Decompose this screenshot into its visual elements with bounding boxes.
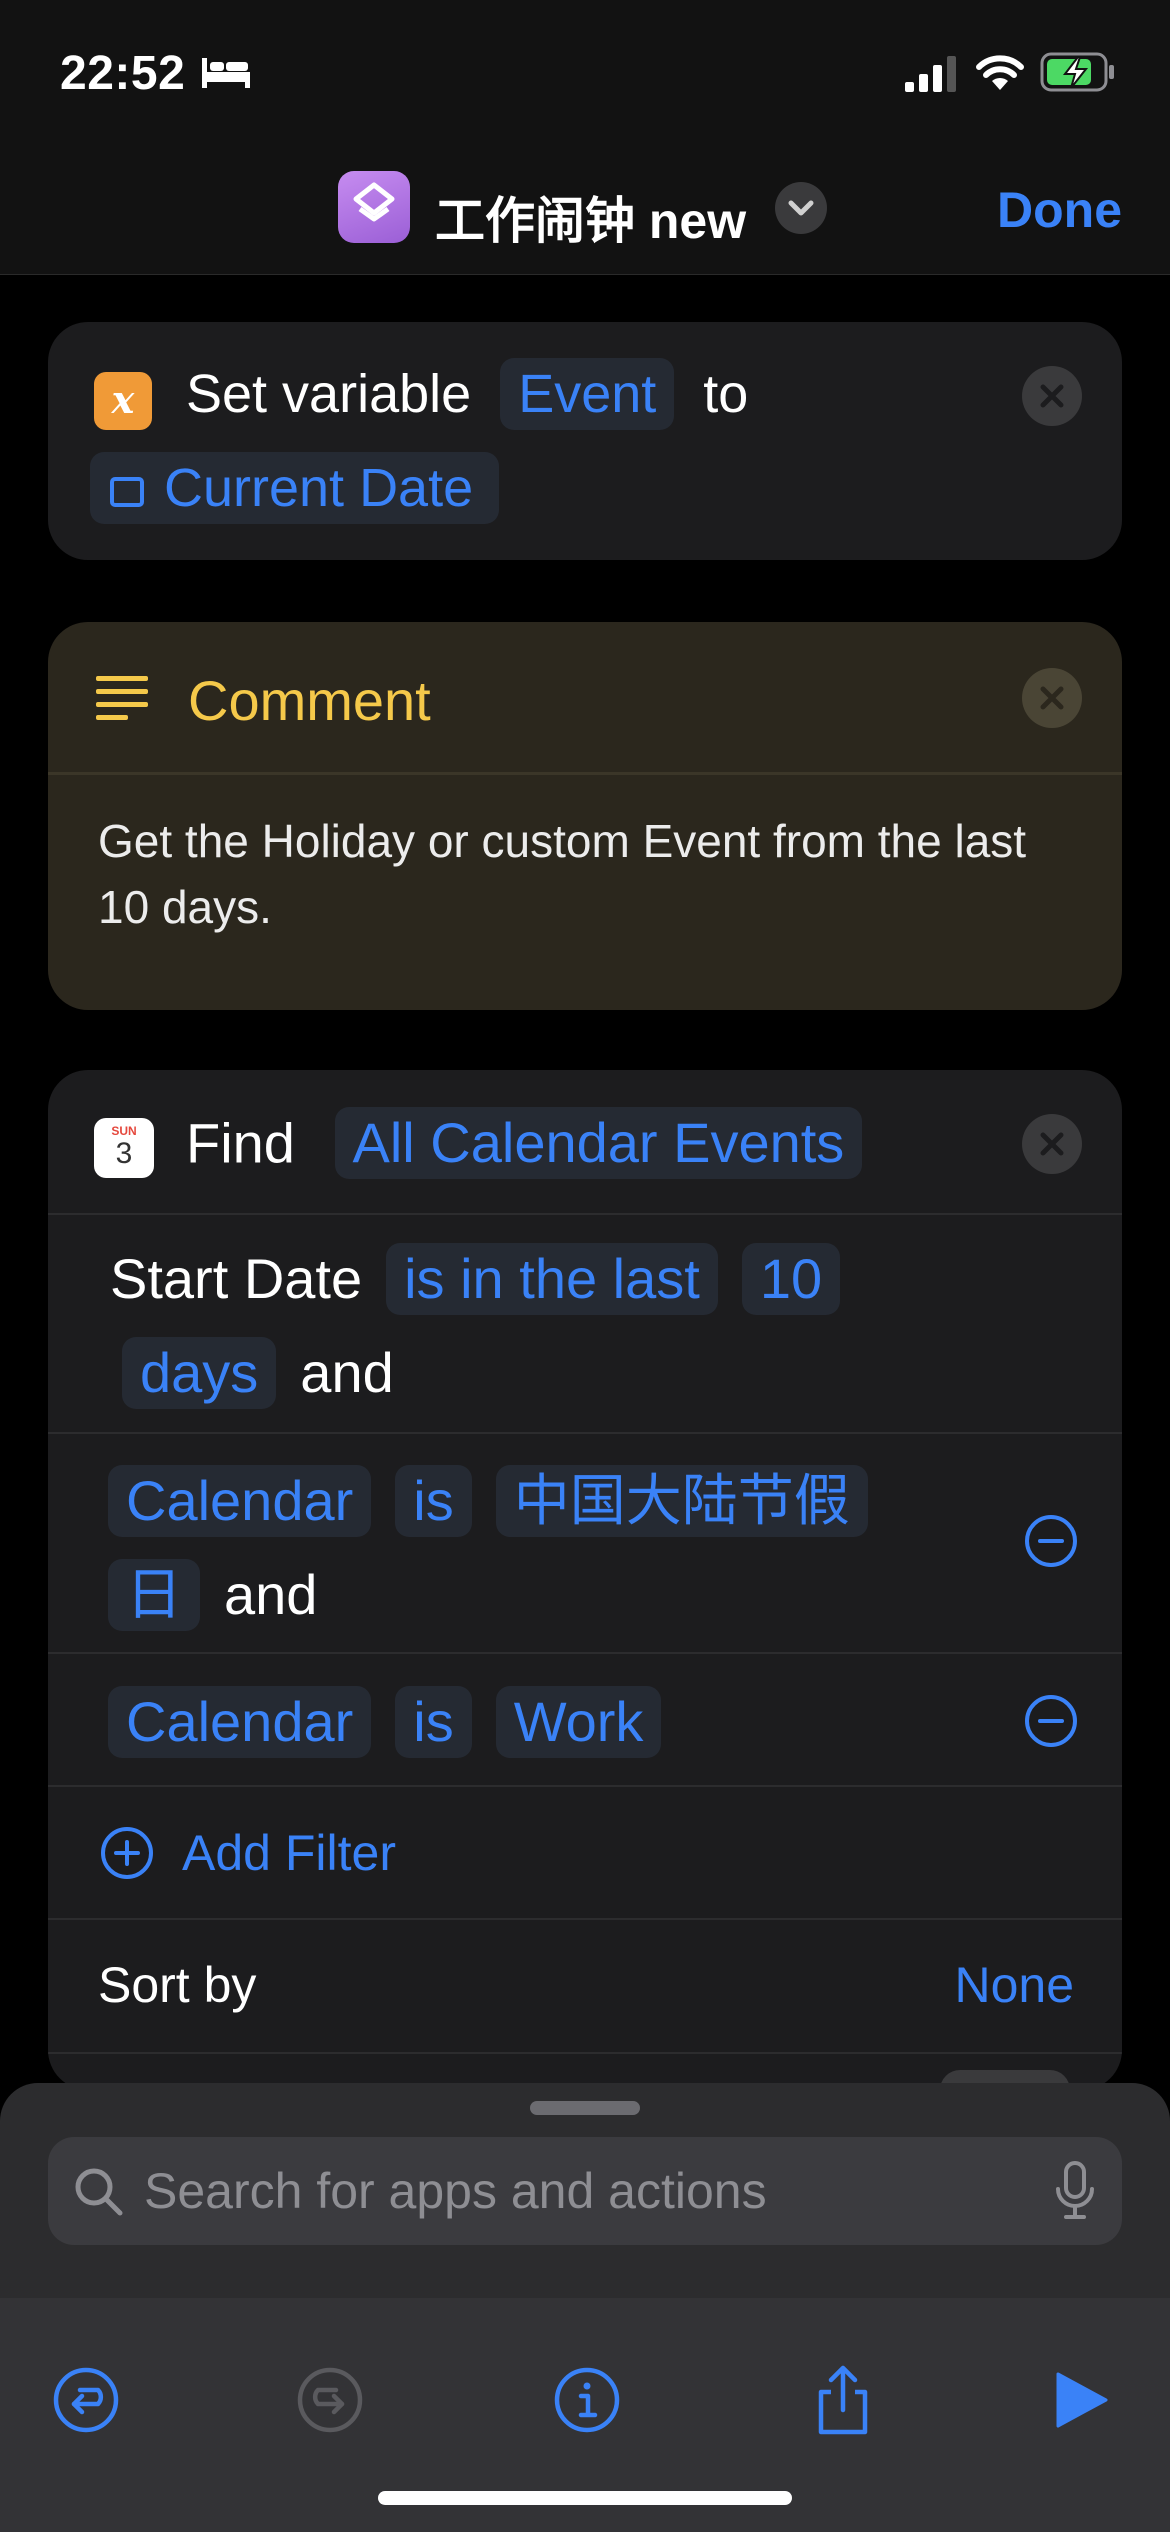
variable-icon: x (94, 372, 152, 430)
status-time: 22:52 (60, 47, 186, 100)
filter-joiner: and (300, 1341, 394, 1404)
divider (48, 1432, 1122, 1434)
divider (48, 1652, 1122, 1654)
filter-value-token[interactable]: Work (495, 1686, 662, 1758)
filter-operator-token[interactable]: is in the last (386, 1243, 718, 1315)
remove-find-close-icon[interactable] (1022, 1114, 1082, 1174)
remove-filter-minus-icon[interactable] (1024, 1514, 1078, 1568)
signal-icon (905, 56, 956, 92)
calendar-icon-day: 3 (115, 1137, 133, 1170)
remove-action-close-icon[interactable] (1022, 366, 1082, 426)
remove-filter-minus-icon[interactable] (1024, 1694, 1078, 1748)
to-label: to (703, 364, 749, 424)
filter-start-date: Start Date is in the last 10 days and (110, 1232, 1040, 1420)
calendar-app-icon: SUN 3 (94, 1118, 154, 1178)
play-icon[interactable] (1040, 2360, 1120, 2440)
divider (48, 1918, 1122, 1920)
filter-calendar-work: Calendar is Work (108, 1675, 1038, 1769)
divider (48, 772, 1122, 775)
share-icon[interactable] (803, 2360, 883, 2440)
remove-comment-close-icon[interactable] (1022, 668, 1082, 728)
search-icon (75, 2168, 123, 2216)
divider (48, 1213, 1122, 1215)
divider (48, 2052, 1122, 2054)
wifi-icon (976, 55, 1024, 90)
comment-title: Comment (188, 669, 431, 732)
shortcut-editor-screen: 22:52 工作闹钟 new Done x Set variable Event… (0, 0, 1170, 2532)
microphone-icon[interactable] (1054, 2161, 1096, 2221)
divider (48, 1785, 1122, 1787)
calendar-icon-month: SUN (111, 1124, 137, 1138)
search-input[interactable] (144, 2159, 1004, 2223)
filter-value-token[interactable]: 10 (741, 1243, 841, 1315)
filter-joiner: and (224, 1563, 318, 1626)
shortcut-glyph-icon[interactable] (338, 171, 410, 243)
find-target-token[interactable]: All Calendar Events (334, 1107, 863, 1180)
comment-text[interactable]: Get the Holiday or custom Event from the… (98, 808, 1088, 940)
filter-field-label: Start Date (110, 1247, 363, 1310)
filter-field-token[interactable]: Calendar (108, 1465, 372, 1537)
filter-calendar-holiday: Calendar is 中国大陆节假 日 and (108, 1454, 1038, 1642)
comment-lines-icon (96, 676, 148, 720)
find-calendar-events-action: SUN 3 Find All Calendar Events Start Dat… (48, 1070, 1122, 2090)
add-filter-label: Add Filter (182, 1824, 396, 1881)
set-variable-action: x Set variable Event to Current Date (48, 322, 1122, 560)
home-indicator[interactable] (378, 2491, 792, 2505)
current-date-label: Current Date (164, 458, 474, 518)
filter-unit-token[interactable]: days (122, 1337, 277, 1409)
chevron-down-icon[interactable] (775, 182, 827, 234)
variable-name-token[interactable]: Event (500, 358, 675, 430)
filter-operator-token[interactable]: is (395, 1686, 472, 1758)
shortcut-title[interactable]: 工作闹钟 new (435, 181, 746, 253)
sheet-grabber[interactable] (530, 2101, 640, 2115)
undo-icon[interactable] (46, 2360, 126, 2440)
comment-action: Comment Get the Holiday or custom Event … (48, 622, 1122, 1010)
sort-by-label: Sort by (98, 1957, 257, 2013)
current-date-token[interactable]: Current Date (90, 452, 500, 524)
nav-bar: 工作闹钟 new Done (0, 145, 1170, 275)
info-icon[interactable] (547, 2360, 627, 2440)
search-field[interactable] (48, 2137, 1122, 2245)
filter-field-token[interactable]: Calendar (108, 1686, 372, 1758)
done-button[interactable]: Done (997, 181, 1122, 239)
status-bar: 22:52 (0, 0, 1170, 145)
find-label: Find (186, 1111, 295, 1175)
bed-icon (202, 58, 250, 88)
redo-icon[interactable] (290, 2360, 370, 2440)
plus-circle-icon (101, 1826, 153, 1879)
battery-charging-icon (1040, 52, 1114, 92)
actions-search-sheet (0, 2083, 1170, 2532)
filter-value-token-continued[interactable]: 日 (108, 1559, 200, 1631)
calendar-icon (110, 476, 144, 507)
filter-operator-token[interactable]: is (395, 1465, 472, 1537)
set-variable-label: Set variable (186, 364, 472, 424)
filter-value-token[interactable]: 中国大陆节假 (495, 1465, 868, 1537)
sort-by-value[interactable]: None (954, 1956, 1074, 2014)
add-filter-button[interactable]: Add Filter (100, 1820, 396, 1882)
